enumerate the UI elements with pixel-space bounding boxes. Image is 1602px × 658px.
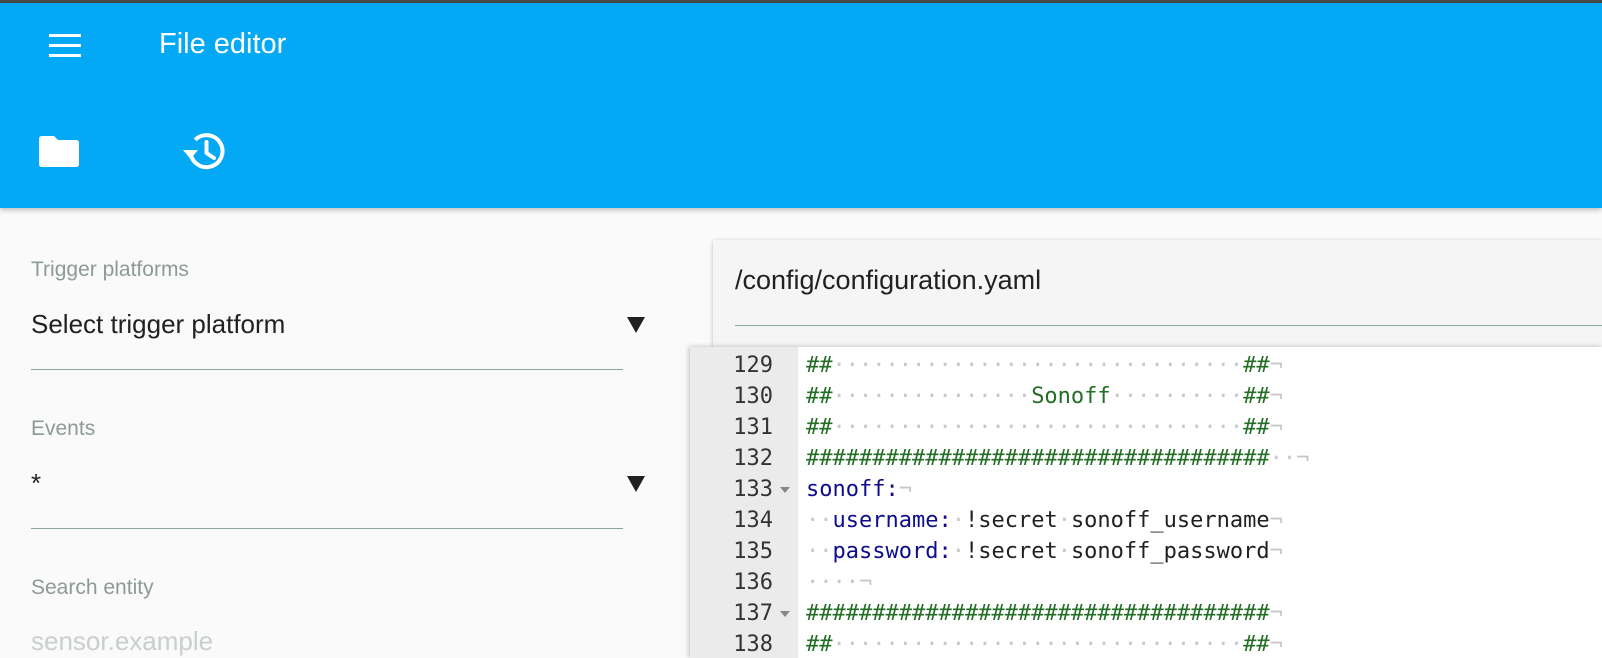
whitespace-marker: ··¬ (1269, 446, 1310, 471)
code-token: sonoff_username (1070, 508, 1270, 533)
line-number: 131 (733, 415, 773, 440)
code-token: !secret (964, 539, 1058, 564)
code-line[interactable]: 131 ##·······························##¬ (690, 412, 1602, 443)
code-token: password: (832, 539, 952, 564)
whitespace-marker: ¬ (898, 477, 912, 502)
code-editor[interactable]: 129 ##·······························##¬ 1… (690, 347, 1602, 658)
code-token: ## (806, 384, 833, 409)
line-number: 129 (733, 353, 773, 378)
fold-arrow-icon[interactable] (780, 611, 790, 617)
line-text: ###################################¬ (806, 598, 1283, 629)
code-token: Sonoff (1031, 384, 1111, 409)
whitespace-marker: · (951, 508, 965, 533)
folder-icon[interactable] (39, 133, 79, 167)
code-line[interactable]: 135 ··password:·!secret·sonoff_password¬ (690, 536, 1602, 567)
whitespace-marker: ¬ (1269, 508, 1283, 533)
fold-arrow-icon[interactable] (780, 487, 790, 493)
line-number: 134 (733, 508, 773, 533)
whitespace-marker: ·········· (1110, 384, 1244, 409)
whitespace-marker: ······························· (832, 353, 1244, 378)
whitespace-marker: ······························· (832, 632, 1244, 657)
events-label: Events (31, 417, 96, 440)
trigger-platform-value[interactable]: Select trigger platform (31, 309, 285, 340)
code-token: sonoff: (806, 477, 899, 502)
line-number: 136 (733, 570, 773, 595)
trigger-platform-label: Trigger platforms (31, 258, 189, 281)
events-value[interactable]: * (31, 468, 41, 499)
code-line[interactable]: 137 ###################################¬ (690, 598, 1602, 629)
line-number: 137 (733, 601, 773, 626)
code-token: ## (1243, 415, 1270, 440)
line-text: ····¬ (806, 567, 872, 598)
events-underline (31, 528, 623, 529)
whitespace-marker: · (1057, 508, 1071, 533)
code-token: ## (806, 353, 833, 378)
file-path: /config/configuration.yaml (735, 265, 1042, 295)
line-text: ###################################··¬ (806, 443, 1309, 474)
line-number: 132 (733, 446, 773, 471)
whitespace-marker: ¬ (1269, 415, 1283, 440)
events-dropdown-arrow-icon[interactable] (627, 476, 645, 492)
code-token: sonoff_password (1070, 539, 1270, 564)
app-bar: File editor (0, 3, 1602, 208)
code-line[interactable]: 134 ··username:·!secret·sonoff_username¬ (690, 505, 1602, 536)
menu-icon[interactable] (49, 34, 81, 58)
line-text: ##·······························##¬ (806, 629, 1283, 658)
code-token: ## (806, 632, 833, 657)
code-line[interactable]: 136 ····¬ (690, 567, 1602, 598)
whitespace-marker: ·· (806, 508, 833, 533)
code-token: ################################### (806, 446, 1270, 471)
code-token: !secret (964, 508, 1058, 533)
code-token: username: (832, 508, 952, 533)
line-text: ##·······························##¬ (806, 412, 1283, 443)
file-path-underline (735, 325, 1602, 326)
history-icon[interactable] (181, 128, 227, 174)
code-line[interactable]: 130 ##···············Sonoff··········##¬ (690, 381, 1602, 412)
code-token: ################################### (806, 601, 1270, 626)
line-number: 138 (733, 632, 773, 657)
whitespace-marker: · (951, 539, 965, 564)
line-number: 133 (733, 477, 773, 502)
whitespace-marker: ····¬ (806, 570, 873, 595)
search-entity-placeholder[interactable]: sensor.example (31, 626, 213, 657)
line-text: ##·······························##¬ (806, 350, 1283, 381)
whitespace-marker: ¬ (1269, 601, 1283, 626)
whitespace-marker: ¬ (1269, 384, 1283, 409)
trigger-platform-underline (31, 369, 623, 370)
whitespace-marker: ·· (806, 539, 833, 564)
line-text: ··username:·!secret·sonoff_username¬ (806, 505, 1283, 536)
line-text: ··password:·!secret·sonoff_password¬ (806, 536, 1283, 567)
whitespace-marker: ¬ (1269, 539, 1283, 564)
code-token: ## (1243, 384, 1270, 409)
line-text: sonoff:¬ (806, 474, 912, 505)
code-line[interactable]: 129 ##·······························##¬ (690, 350, 1602, 381)
search-entity-label: Search entity (31, 576, 154, 599)
code-line[interactable]: 138 ##·······························##¬ (690, 629, 1602, 658)
app-title: File editor (159, 28, 287, 60)
code-line[interactable]: 133 sonoff:¬ (690, 474, 1602, 505)
line-number: 130 (733, 384, 773, 409)
code-token: ## (1243, 632, 1270, 657)
whitespace-marker: ¬ (1269, 353, 1283, 378)
code-line[interactable]: 132 ###################################··… (690, 443, 1602, 474)
code-token: ## (806, 415, 833, 440)
line-number: 135 (733, 539, 773, 564)
whitespace-marker: · (1057, 539, 1071, 564)
whitespace-marker: ··············· (832, 384, 1032, 409)
trigger-dropdown-arrow-icon[interactable] (627, 317, 645, 333)
whitespace-marker: ······························· (832, 415, 1244, 440)
whitespace-marker: ¬ (1269, 632, 1283, 657)
line-text: ##···············Sonoff··········##¬ (806, 381, 1283, 412)
code-token: ## (1243, 353, 1270, 378)
